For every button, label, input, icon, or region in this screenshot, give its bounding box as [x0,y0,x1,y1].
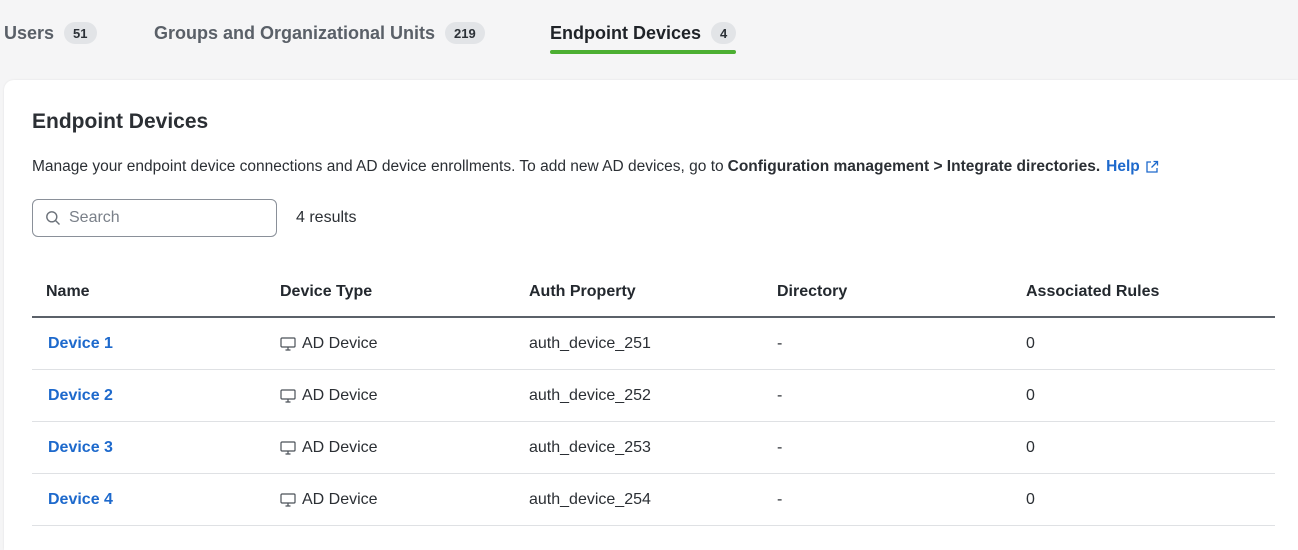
count-badge: 219 [445,22,485,44]
device-name-link[interactable]: Device 1 [46,335,113,352]
directory: - [777,438,783,456]
help-link[interactable]: Help [1106,158,1159,176]
external-link-icon [1146,160,1158,173]
column-header-associated-rules[interactable]: Associated Rules [1026,283,1275,301]
auth-property: auth_device_254 [529,490,651,508]
endpoint-devices-panel: Endpoint Devices Manage your endpoint de… [4,80,1298,550]
tab-label: Groups and Organizational Units [154,23,436,43]
monitor-icon [280,388,296,403]
search-field[interactable] [32,199,277,237]
associated-rules: 0 [1026,438,1035,456]
tab-label: Endpoint Devices [550,23,702,43]
auth-property: auth_device_252 [529,386,651,404]
directory: - [777,334,783,352]
directory: - [777,386,783,404]
auth-property: auth_device_251 [529,334,651,352]
count-badge: 4 [711,22,737,44]
associated-rules: 0 [1026,334,1035,352]
associated-rules: 0 [1026,386,1035,404]
devices-table: Name Device Type Auth Property Directory… [32,268,1275,526]
search-icon [46,211,60,225]
column-header-device-type[interactable]: Device Type [280,283,529,301]
tab-bar: Users 51 Groups and Organizational Units… [0,0,1298,80]
count-badge: 51 [64,22,97,44]
associated-rules: 0 [1026,490,1035,508]
description-text: Manage your endpoint device connections … [32,158,724,175]
table-row: Device 2 AD Device auth_device_252 - 0 [32,370,1275,422]
tab-label: Users [4,23,55,43]
directory: - [777,490,783,508]
device-type: AD Device [302,490,378,508]
auth-property: auth_device_253 [529,438,651,456]
page-description: Manage your endpoint device connections … [32,158,1294,176]
results-count: 4 results [296,209,357,226]
device-name-link[interactable]: Device 2 [46,387,113,404]
monitor-icon [280,440,296,455]
search-input[interactable] [69,209,259,227]
device-name-link[interactable]: Device 3 [46,439,113,456]
help-label: Help [1106,158,1140,175]
page-title: Endpoint Devices [32,110,209,133]
device-type: AD Device [302,334,378,352]
column-header-name[interactable]: Name [32,283,280,301]
table-row: Device 4 AD Device auth_device_254 - 0 [32,474,1275,526]
column-header-directory[interactable]: Directory [777,283,1026,301]
tab-groups-and-organizational-units[interactable]: Groups and Organizational Units 219 [154,18,485,54]
table-header: Name Device Type Auth Property Directory… [32,268,1275,318]
device-type: AD Device [302,438,378,456]
table-row: Device 3 AD Device auth_device_253 - 0 [32,422,1275,474]
monitor-icon [280,336,296,351]
tab-endpoint-devices[interactable]: Endpoint Devices 4 [550,18,737,54]
device-name-link[interactable]: Device 4 [46,491,113,508]
description-path: Configuration management > Integrate dir… [727,158,1101,175]
tab-users[interactable]: Users 51 [4,18,97,54]
monitor-icon [280,492,296,507]
column-header-auth-property[interactable]: Auth Property [529,283,777,301]
device-type: AD Device [302,386,378,404]
table-row: Device 1 AD Device auth_device_251 - 0 [32,318,1275,370]
